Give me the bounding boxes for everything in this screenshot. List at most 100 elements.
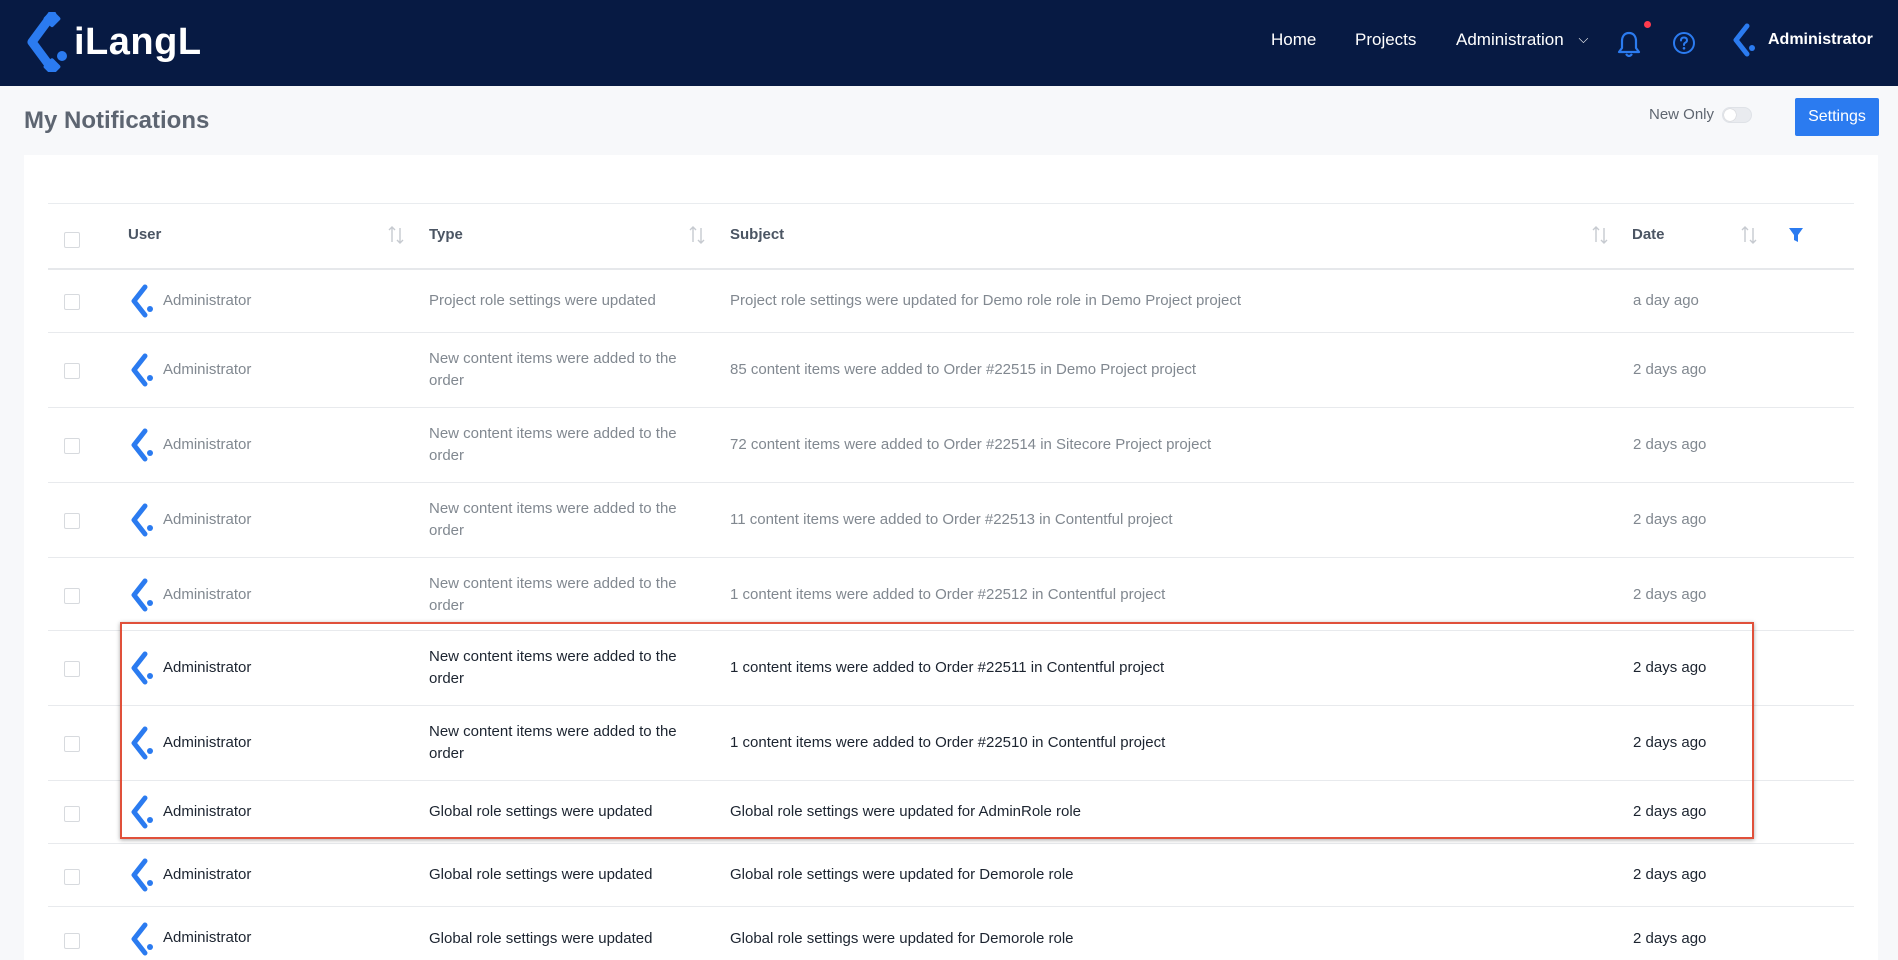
user-avatar-icon bbox=[1733, 23, 1755, 57]
cell-date: 2 days ago bbox=[1633, 866, 1707, 883]
user-avatar-icon bbox=[131, 726, 153, 760]
table-row[interactable]: Administrator New content items were add… bbox=[48, 483, 1854, 558]
user-avatar-icon bbox=[131, 284, 153, 318]
cell-date: a day ago bbox=[1633, 292, 1699, 309]
column-header-user[interactable]: User bbox=[128, 226, 161, 243]
cell-date: 2 days ago bbox=[1633, 930, 1707, 947]
cell-date: 2 days ago bbox=[1633, 586, 1707, 603]
nav-administration-label: Administration bbox=[1456, 30, 1564, 49]
user-avatar-icon bbox=[131, 795, 153, 829]
cell-type: Global role settings were updated bbox=[429, 930, 653, 947]
user-avatar-icon bbox=[131, 428, 153, 462]
filter-icon[interactable] bbox=[1788, 226, 1804, 244]
cell-user: Administrator bbox=[163, 866, 252, 883]
cell-type: Project role settings were updated bbox=[429, 292, 656, 309]
row-checkbox[interactable] bbox=[64, 933, 80, 949]
settings-button[interactable]: Settings bbox=[1795, 98, 1879, 136]
sort-icon[interactable] bbox=[388, 224, 404, 246]
cell-date: 2 days ago bbox=[1633, 511, 1707, 528]
cell-user: Administrator bbox=[163, 803, 252, 820]
user-menu[interactable]: Administrator bbox=[1730, 22, 1873, 58]
cell-type: New content items were added to the orde… bbox=[429, 500, 677, 539]
cell-type: Global role settings were updated bbox=[429, 866, 653, 883]
user-avatar-icon bbox=[131, 503, 153, 537]
row-checkbox[interactable] bbox=[64, 438, 80, 454]
cell-user: Administrator bbox=[163, 586, 252, 603]
cell-subject: 1 content items were added to Order #225… bbox=[730, 586, 1166, 603]
chevron-down-icon: ⌵ bbox=[1578, 31, 1589, 46]
cell-user: Administrator bbox=[163, 436, 252, 453]
user-name: Administrator bbox=[1768, 31, 1873, 48]
select-all-checkbox[interactable] bbox=[64, 232, 80, 248]
app-logo[interactable]: iLangL bbox=[22, 12, 202, 72]
row-checkbox[interactable] bbox=[64, 661, 80, 677]
column-header-subject[interactable]: Subject bbox=[730, 226, 784, 243]
row-checkbox[interactable] bbox=[64, 513, 80, 529]
bell-icon[interactable] bbox=[1616, 30, 1642, 58]
cell-user: Administrator bbox=[163, 361, 252, 378]
cell-type: New content items were added to the orde… bbox=[429, 648, 677, 687]
table-row[interactable]: Administrator Project role settings were… bbox=[48, 270, 1854, 333]
page-title: My Notifications bbox=[24, 107, 210, 134]
toggle-switch[interactable] bbox=[1722, 106, 1753, 123]
cell-subject: Global role settings were updated for De… bbox=[730, 930, 1074, 947]
table-row[interactable]: Administrator Global role settings were … bbox=[48, 781, 1854, 844]
notification-dot bbox=[1644, 21, 1651, 28]
cell-subject: 1 content items were added to Order #225… bbox=[730, 734, 1166, 751]
user-avatar-icon bbox=[131, 922, 153, 956]
new-only-toggle[interactable]: New Only bbox=[1649, 106, 1753, 123]
logo-mark-icon bbox=[27, 12, 67, 72]
new-only-label: New Only bbox=[1649, 106, 1715, 123]
cell-user: Administrator bbox=[163, 511, 252, 528]
row-checkbox[interactable] bbox=[64, 736, 80, 752]
nav-administration[interactable]: Administration ⌵ bbox=[1456, 30, 1588, 50]
cell-date: 2 days ago bbox=[1633, 803, 1707, 820]
cell-date: 2 days ago bbox=[1633, 361, 1707, 378]
column-header-type[interactable]: Type bbox=[429, 226, 463, 243]
sort-icon[interactable] bbox=[1592, 224, 1608, 246]
table-header: User Type Subject Date bbox=[48, 204, 1854, 270]
table-row[interactable]: Administrator New content items were add… bbox=[48, 408, 1854, 483]
help-icon[interactable] bbox=[1672, 31, 1696, 55]
cell-subject: Project role settings were updated for D… bbox=[730, 292, 1242, 309]
cell-user: Administrator bbox=[163, 734, 252, 751]
sort-icon[interactable] bbox=[689, 224, 705, 246]
user-avatar-icon bbox=[131, 353, 153, 387]
cell-user: Administrator bbox=[163, 659, 252, 676]
top-navigation-bar: iLangL Home Projects Administration ⌵ Ad… bbox=[0, 0, 1898, 86]
user-avatar-icon bbox=[131, 858, 153, 892]
user-avatar-icon bbox=[131, 651, 153, 685]
cell-user: Administrator bbox=[163, 929, 252, 946]
row-checkbox[interactable] bbox=[64, 294, 80, 310]
cell-date: 2 days ago bbox=[1633, 659, 1707, 676]
table-row[interactable]: Administrator New content items were add… bbox=[48, 558, 1854, 631]
cell-date: 2 days ago bbox=[1633, 436, 1707, 453]
cell-subject: 11 content items were added to Order #22… bbox=[730, 511, 1173, 528]
table-row[interactable]: Administrator Global role settings were … bbox=[48, 907, 1854, 960]
cell-user: Administrator bbox=[163, 292, 252, 309]
column-header-date[interactable]: Date bbox=[1632, 226, 1665, 243]
cell-subject: 72 content items were added to Order #22… bbox=[730, 436, 1212, 453]
cell-type: New content items were added to the orde… bbox=[429, 575, 677, 614]
cell-subject: 85 content items were added to Order #22… bbox=[730, 361, 1197, 378]
cell-subject: Global role settings were updated for De… bbox=[730, 866, 1074, 883]
table-row[interactable]: Administrator New content items were add… bbox=[48, 333, 1854, 408]
cell-subject: 1 content items were added to Order #225… bbox=[730, 659, 1165, 676]
cell-type: New content items were added to the orde… bbox=[429, 723, 677, 762]
user-avatar-icon bbox=[131, 578, 153, 612]
cell-subject: Global role settings were updated for Ad… bbox=[730, 803, 1082, 820]
row-checkbox[interactable] bbox=[64, 588, 80, 604]
cell-type: Global role settings were updated bbox=[429, 803, 653, 820]
table-row[interactable]: Administrator Global role settings were … bbox=[48, 844, 1854, 907]
nav-projects[interactable]: Projects bbox=[1355, 30, 1416, 50]
nav-home[interactable]: Home bbox=[1271, 30, 1316, 50]
cell-date: 2 days ago bbox=[1633, 734, 1707, 751]
sort-icon[interactable] bbox=[1741, 224, 1757, 246]
row-checkbox[interactable] bbox=[64, 869, 80, 885]
table-row[interactable]: Administrator New content items were add… bbox=[48, 631, 1854, 706]
row-checkbox[interactable] bbox=[64, 806, 80, 822]
logo-text: iLangL bbox=[74, 20, 202, 63]
row-checkbox[interactable] bbox=[64, 363, 80, 379]
table-row[interactable]: Administrator New content items were add… bbox=[48, 706, 1854, 781]
cell-type: New content items were added to the orde… bbox=[429, 350, 677, 389]
